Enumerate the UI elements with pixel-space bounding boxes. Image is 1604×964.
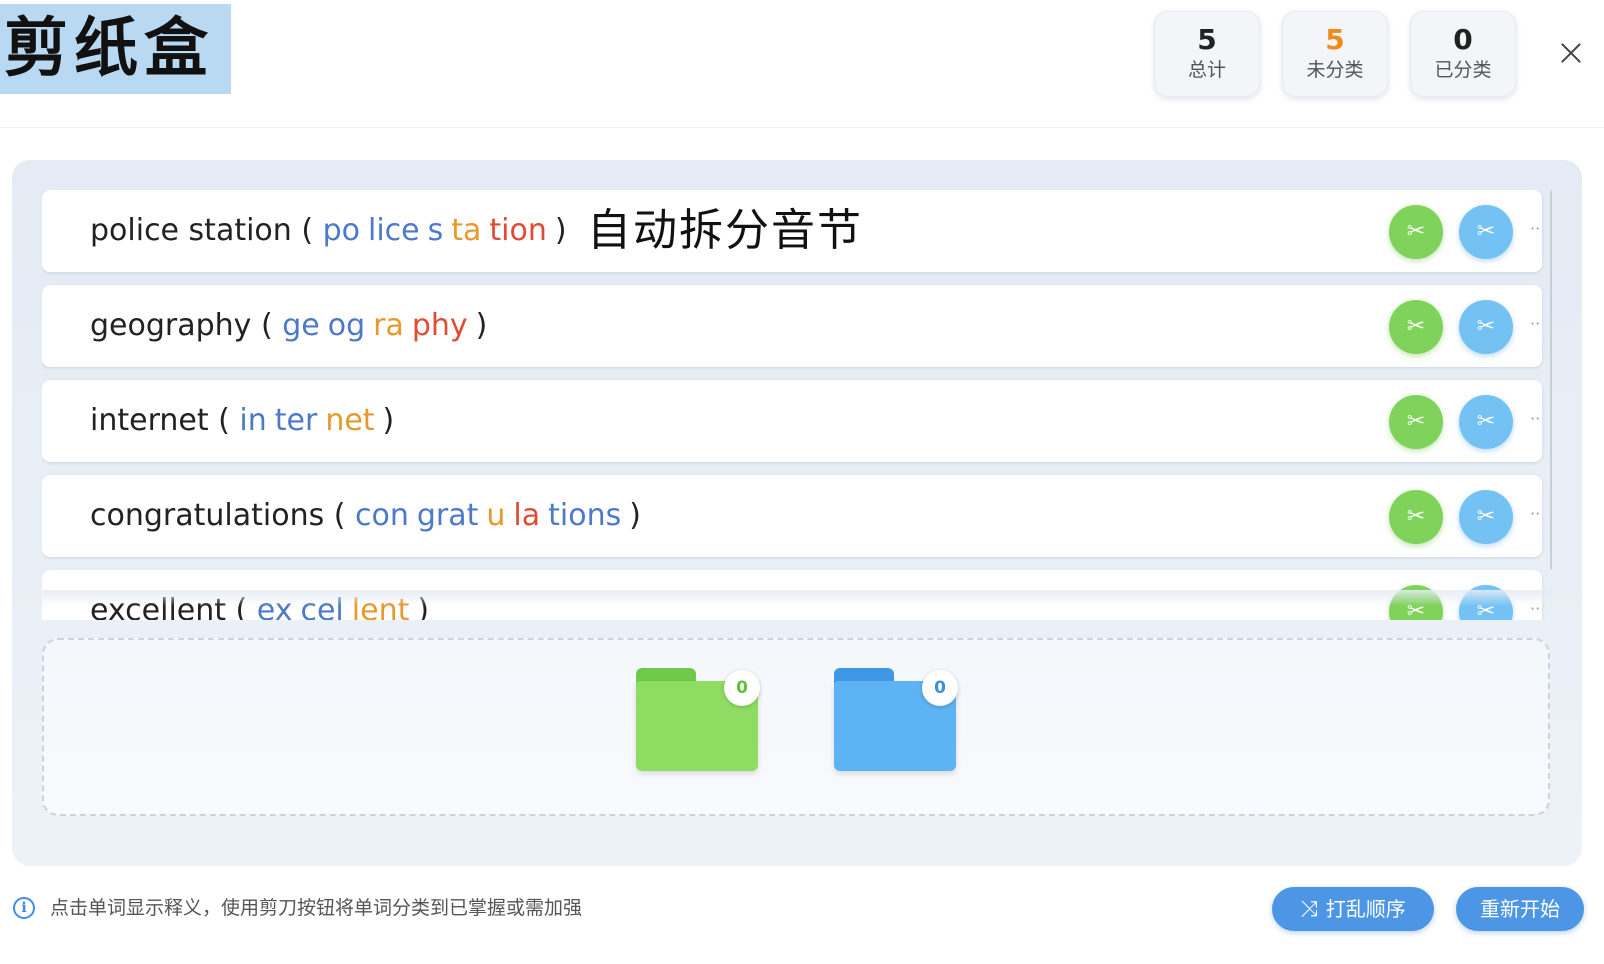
restart-button[interactable]: 重新开始 (1456, 887, 1584, 931)
word-label: congratulations (90, 498, 325, 533)
stat-unclassified-value: 5 (1325, 23, 1345, 56)
word-row[interactable]: police station ( po lice s ta tion) 自动拆分音节 ✂ ✂ ·… (42, 190, 1542, 272)
drag-handle-icon[interactable]: ·· (1530, 285, 1540, 367)
paren-close: ) (554, 213, 567, 248)
close-icon[interactable] (1556, 38, 1586, 68)
stat-unclassified-label: 未分类 (1306, 59, 1364, 81)
syllable: s (427, 213, 444, 248)
shuffle-label: 打乱顺序 (1325, 897, 1406, 921)
word-text[interactable]: police station ( po lice s ta tion) (90, 190, 567, 272)
drag-handle-icon[interactable]: ·· (1530, 380, 1540, 462)
info-icon: i (13, 897, 35, 919)
syllable: la (513, 498, 541, 533)
stat-total-value: 5 (1197, 23, 1217, 56)
word-row[interactable]: congratulations ( con grat u la tions) ✂ ✂ ·· (42, 475, 1542, 557)
list-fade (42, 590, 1552, 606)
word-row[interactable]: internet ( in ter net) ✂ ✂ ·· (42, 380, 1542, 462)
syllable: net (325, 403, 375, 438)
drag-handle-icon[interactable]: ·· (1530, 190, 1540, 272)
syllable: tions (548, 498, 622, 533)
paren-open: ( (251, 308, 283, 343)
paren-close: ) (382, 403, 395, 438)
syllable: grat (416, 498, 479, 533)
blue-folder[interactable]: 0 (834, 668, 958, 774)
shuffle-button[interactable]: ⤨ 打乱顺序 (1272, 887, 1434, 931)
scissors-icon[interactable]: ✂ (1459, 490, 1513, 544)
scissors-icon[interactable]: ✂ (1459, 300, 1513, 354)
green-folder-count-badge: 0 (724, 670, 760, 706)
hint-text: 点击单词显示释义，使用剪刀按钮将单词分类到已掌握或需加强 (50, 897, 583, 919)
word-list: police station ( po lice s ta tion) 自动拆分音节 ✂ ✂ ·… (42, 190, 1552, 620)
paren-open: ( (324, 498, 355, 533)
main-panel: police station ( po lice s ta tion) 自动拆分音节 ✂ ✂ ·… (12, 160, 1582, 866)
syllable: in (239, 403, 267, 438)
blue-folder-count-badge: 0 (922, 670, 958, 706)
annotation-note: 自动拆分音节 (587, 205, 863, 256)
stat-classified: 0 已分类 (1410, 11, 1516, 97)
word-label: police station (90, 213, 292, 248)
scissors-icon[interactable]: ✂ (1459, 395, 1513, 449)
paren-close: ) (475, 308, 488, 343)
syllable: ta (451, 213, 482, 248)
drag-handle-icon[interactable]: ·· (1530, 475, 1540, 557)
app-title: 剪纸盒 (0, 4, 231, 94)
paren-close: ) (629, 498, 641, 533)
scrollbar[interactable] (1550, 190, 1552, 570)
syllable: lice (367, 213, 420, 248)
shuffle-icon: ⤨ (1300, 897, 1318, 922)
paren-open: ( (208, 403, 240, 438)
drop-zone[interactable]: 0 0 (42, 638, 1550, 816)
syllable: con (355, 498, 409, 533)
scissors-icon[interactable]: ✂ (1389, 395, 1443, 449)
word-text[interactable]: congratulations ( con grat u la tions) (90, 475, 641, 557)
word-text[interactable]: geography ( ge og ra phy) (90, 285, 487, 367)
green-folder[interactable]: 0 (636, 668, 760, 774)
restart-label: 重新开始 (1480, 897, 1560, 921)
stat-unclassified: 5 未分类 (1282, 11, 1388, 97)
header: 剪纸盒 5 总计 5 未分类 0 已分类 (0, 0, 1604, 128)
stat-total: 5 总计 (1154, 11, 1260, 97)
stat-classified-label: 已分类 (1434, 59, 1492, 81)
word-row[interactable]: geography ( ge og ra phy) ✂ ✂ ·· (42, 285, 1542, 367)
syllable: ter (274, 403, 318, 438)
syllable: po (322, 213, 360, 248)
syllable: ra (373, 308, 404, 343)
scissors-icon[interactable]: ✂ (1459, 205, 1513, 259)
syllable: og (327, 308, 366, 343)
scissors-icon[interactable]: ✂ (1389, 300, 1443, 354)
word-text[interactable]: internet ( in ter net) (90, 380, 394, 462)
paren-open: ( (291, 213, 323, 248)
syllable: phy (411, 308, 468, 343)
syllable: ge (282, 308, 320, 343)
stat-classified-value: 0 (1453, 23, 1473, 56)
syllable: u (486, 498, 506, 533)
syllable: tion (489, 213, 547, 248)
stat-total-label: 总计 (1187, 59, 1226, 81)
word-label: geography (90, 308, 252, 343)
scissors-icon[interactable]: ✂ (1389, 205, 1443, 259)
word-label: internet (90, 403, 209, 438)
scissors-icon[interactable]: ✂ (1389, 490, 1443, 544)
